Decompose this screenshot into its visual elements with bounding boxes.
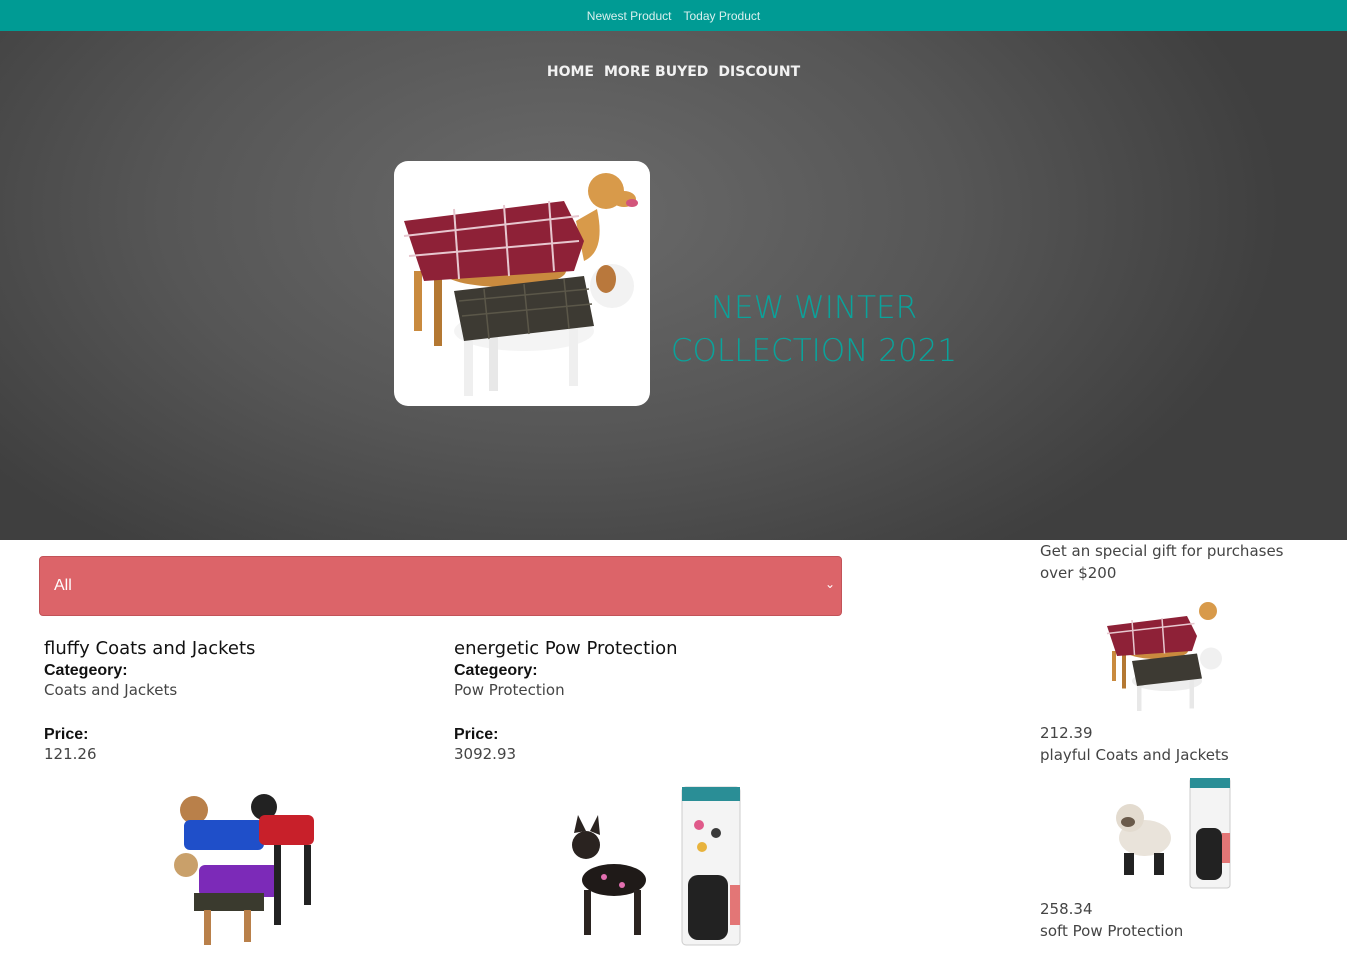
hero-title-line1: NEW WINTER (710, 290, 918, 326)
chevron-down-icon: ⌄ (824, 577, 835, 591)
top-bar: Newest Product Today Product (0, 0, 1347, 31)
filter-selected-value: All (54, 577, 72, 594)
category-label: Categeory: (454, 662, 538, 679)
sidebar-product-price: 212.39 (1040, 724, 1093, 742)
price-value: 121.26 (44, 745, 97, 763)
hero-image (394, 161, 650, 406)
product-title[interactable]: fluffy Coats and Jackets (44, 638, 444, 659)
category-value: Coats and Jackets (44, 681, 178, 699)
sidebar-product-image[interactable] (1040, 592, 1300, 722)
category-value: Pow Protection (454, 681, 565, 699)
product-card[interactable]: energetic Pow Protection Categeory: Pow … (454, 638, 854, 955)
sidebar-product-name[interactable]: soft Pow Protection (1040, 920, 1300, 942)
hero-banner: HOME MORE BUYED DISCOUNT NEW WINTER COLL… (0, 31, 1347, 540)
hero-title: NEW WINTER COLLECTION 2021 (664, 287, 964, 373)
nav-home[interactable]: HOME (547, 64, 594, 80)
category-label: Categeory: (44, 662, 128, 679)
price-label: Price: (44, 726, 89, 743)
product-title[interactable]: energetic Pow Protection (454, 638, 854, 659)
hero-title-line2: COLLECTION 2021 (670, 333, 958, 369)
sidebar-product-image[interactable] (1040, 777, 1300, 898)
main-nav: HOME MORE BUYED DISCOUNT (0, 64, 1347, 80)
category-filter-select[interactable]: All ⌄ (39, 556, 842, 616)
today-product-link[interactable]: Today Product (683, 9, 760, 23)
nav-discount[interactable]: DISCOUNT (718, 64, 800, 80)
product-card[interactable]: fluffy Coats and Jackets Categeory: Coat… (44, 638, 444, 955)
nav-more-buyed[interactable]: MORE BUYED (604, 64, 708, 80)
price-value: 3092.93 (454, 745, 517, 763)
product-image[interactable] (44, 785, 444, 955)
product-image[interactable] (454, 785, 854, 955)
newest-product-link[interactable]: Newest Product (587, 9, 672, 23)
sidebar: Get an special gift for purchases over $… (1040, 540, 1300, 942)
sidebar-product-price: 258.34 (1040, 900, 1093, 918)
price-label: Price: (454, 726, 499, 743)
sidebar-product-name[interactable]: playful Coats and Jackets (1040, 744, 1300, 766)
promo-text: Get an special gift for purchases over $… (1040, 542, 1284, 582)
